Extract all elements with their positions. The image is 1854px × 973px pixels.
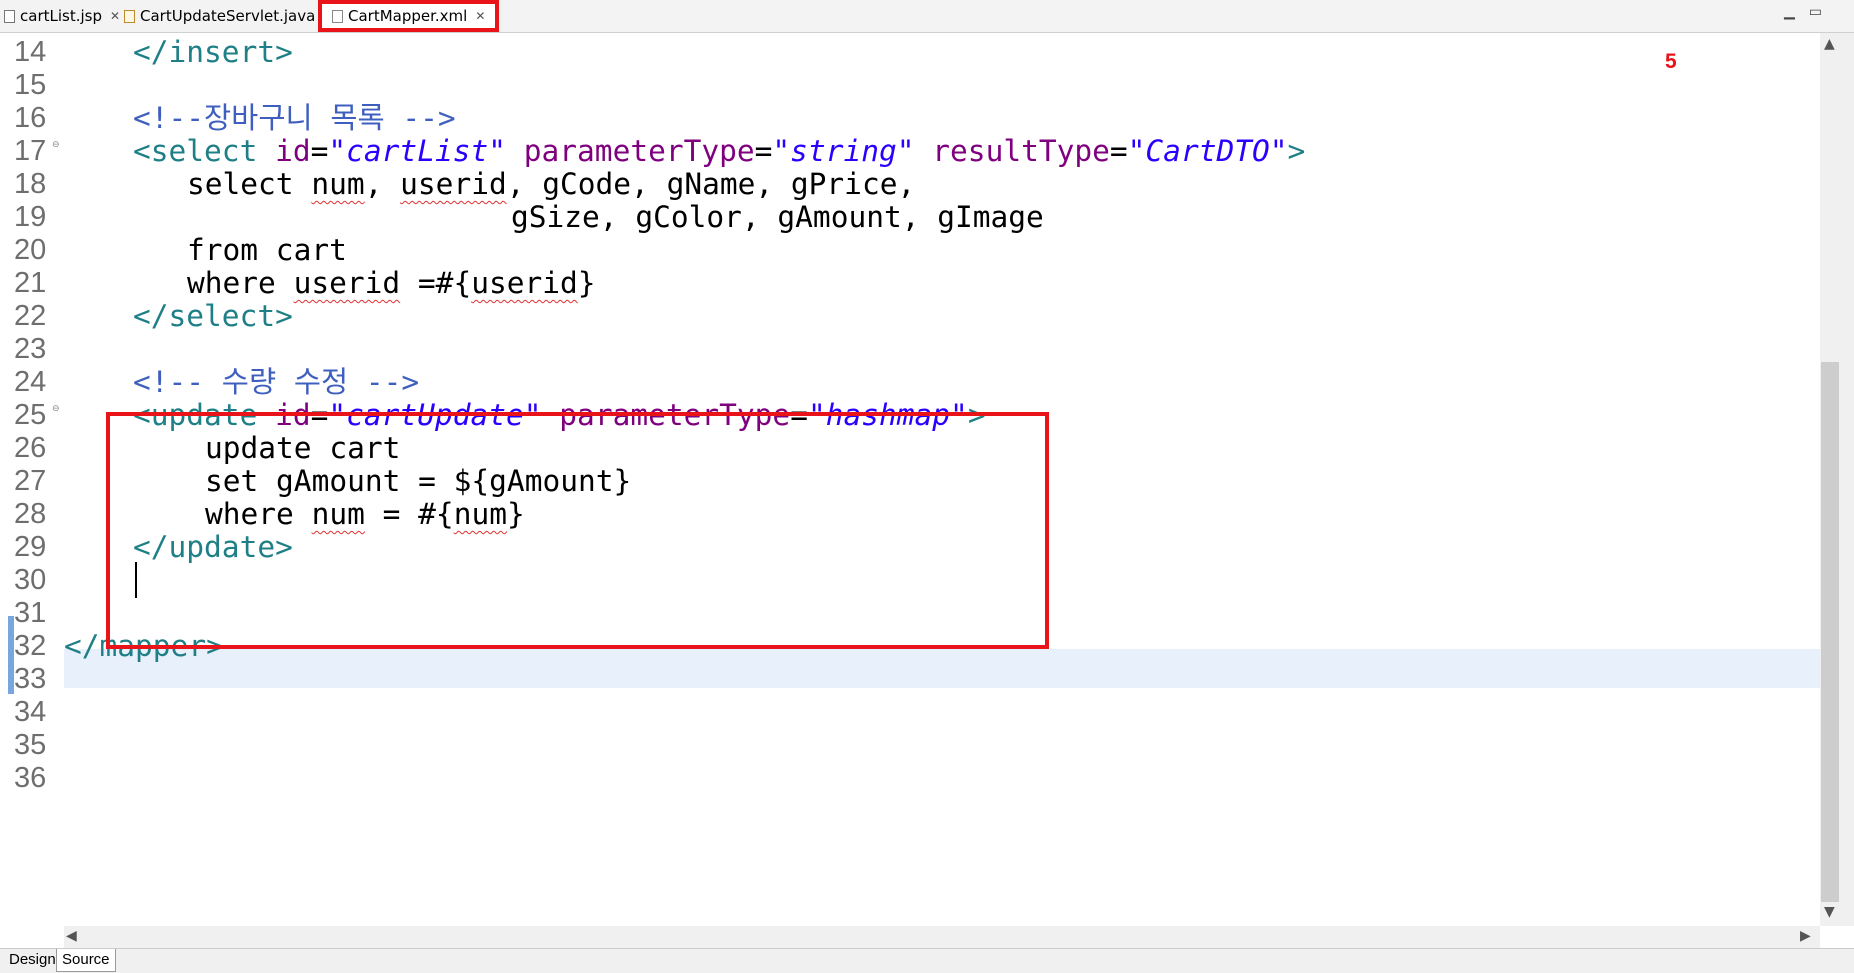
jsp-file-icon [4,9,15,23]
tab-cartmapper-xml[interactable]: CartMapper.xml ✕ [318,0,500,32]
value-cartdto: "CartDTO" [1127,134,1288,168]
value-cartlist: "cartList" [328,134,506,168]
xml-file-icon [332,9,343,23]
select-open-tag: <select [133,134,258,168]
tab-source[interactable]: Source [56,949,116,972]
scroll-left-icon[interactable]: ◀ [66,928,77,944]
close-icon[interactable]: ✕ [110,9,120,23]
horizontal-scrollbar[interactable] [64,926,1820,948]
line-number: 36 [14,762,47,794]
tag-close: > [1287,134,1306,168]
attr-id: id [275,134,311,168]
tab-label: CartMapper.xml [348,7,468,25]
tab-cartlist-jsp[interactable]: cartList.jsp ✕ [4,0,120,32]
attr-parametertype: parameterType [523,134,755,168]
tab-design[interactable]: Design [4,949,61,971]
fold-icon[interactable]: ⊖ [52,404,60,414]
editor-tab-bar: cartList.jsp ✕ CartUpdateServlet.java Ca… [0,0,1854,33]
close-icon[interactable]: ✕ [475,9,485,23]
maximize-icon[interactable]: ▭ [1809,4,1836,20]
scroll-right-icon[interactable]: ▶ [1800,928,1811,944]
editor-mode-tabs: Design Source [0,948,1854,973]
step-annotation: 5 [1665,50,1677,73]
highlight-box [106,412,1049,649]
value-string: "string" [772,134,915,168]
window-controls: ▁▭ [1784,4,1836,20]
fold-icon[interactable]: ⊖ [52,140,60,150]
java-file-icon [124,9,135,23]
tab-cartupdateservlet-java[interactable]: CartUpdateServlet.java [124,0,315,32]
scroll-up-icon[interactable]: ▲ [1824,36,1835,52]
vertical-scrollbar-thumb[interactable] [1821,362,1839,902]
minimize-icon[interactable]: ▁ [1784,4,1809,20]
scroll-down-icon[interactable]: ▼ [1824,904,1835,920]
attr-resulttype: resultType [932,134,1110,168]
tab-label: cartList.jsp [20,7,102,25]
tab-label: CartUpdateServlet.java [140,7,316,25]
